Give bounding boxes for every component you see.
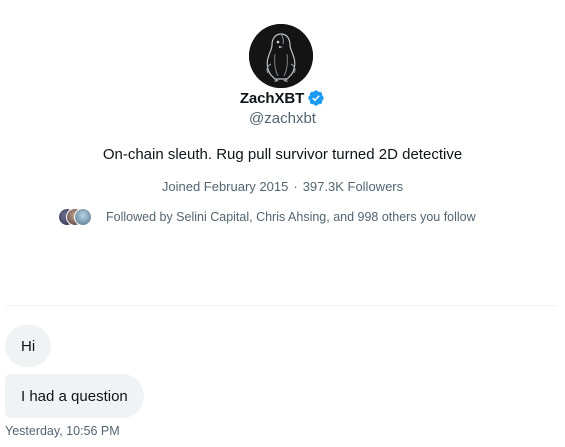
message-text: Hi: [21, 337, 36, 355]
penguin-icon: [249, 24, 313, 88]
divider: [5, 305, 556, 306]
joined-date: Joined February 2015: [161, 179, 289, 194]
followed-by-row[interactable]: Followed by Selini Capital, Chris Ahsing…: [58, 208, 476, 226]
dm-conversation-view: ZachXBT @zachxbt On-chain sleuth. Rug pu…: [0, 0, 565, 447]
profile-avatar[interactable]: [249, 24, 313, 88]
verified-badge-icon[interactable]: [307, 89, 325, 107]
follower-avatar: [74, 208, 92, 226]
message-bubble[interactable]: I had a question: [5, 374, 144, 418]
profile-meta-row: Joined February 2015 · 397.3K Followers: [0, 179, 565, 194]
followers-count[interactable]: 397.3K Followers: [303, 179, 403, 194]
profile-bio: On-chain sleuth. Rug pull survivor turne…: [102, 146, 463, 163]
profile-handle: @zachxbt: [249, 110, 316, 127]
message-timestamp: Yesterday, 10:56 PM: [5, 424, 120, 438]
meta-separator: ·: [293, 179, 298, 194]
message-text: I had a question: [21, 387, 128, 405]
followed-by-text: Followed by Selini Capital, Chris Ahsing…: [106, 210, 476, 224]
profile-name-row: ZachXBT: [0, 89, 565, 107]
follower-avatars: [58, 208, 96, 226]
message-bubble[interactable]: Hi: [5, 325, 52, 367]
profile-display-name[interactable]: ZachXBT: [240, 90, 304, 107]
